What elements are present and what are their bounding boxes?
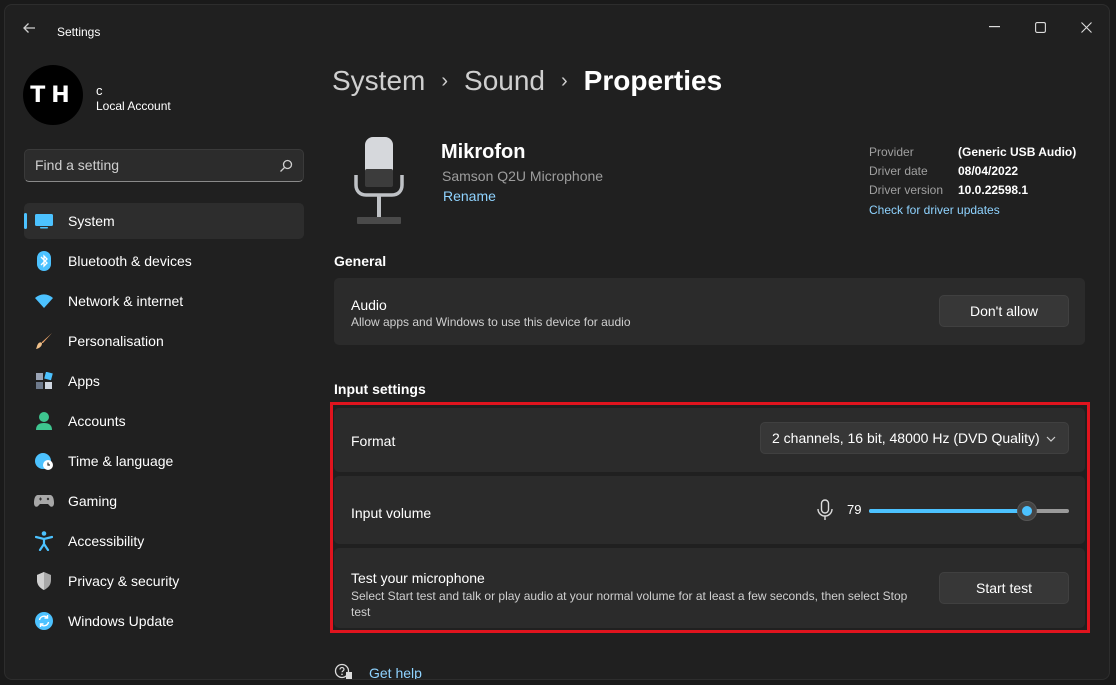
sidebar-item-label: Time & language	[68, 453, 174, 469]
page-title: Properties	[583, 65, 723, 96]
sidebar-item-label: System	[68, 213, 115, 229]
section-title-input-settings: Input settings	[334, 381, 426, 397]
test-microphone-card: Test your microphone Select Start test a…	[334, 548, 1085, 628]
apps-icon	[34, 371, 54, 391]
brush-icon	[34, 331, 54, 351]
driver-value: (Generic USB Audio)	[958, 145, 1077, 159]
audio-card: Audio Allow apps and Windows to use this…	[334, 278, 1085, 345]
title-bar: Settings	[5, 5, 1109, 49]
breadcrumb-sound[interactable]: Sound	[464, 65, 545, 97]
rename-link[interactable]: Rename	[443, 188, 496, 204]
device-model: Samson Q2U Microphone	[442, 168, 604, 184]
sidebar-item-accessibility[interactable]: Accessibility	[24, 523, 304, 559]
format-dropdown[interactable]: 2 channels, 16 bit, 48000 Hz (DVD Qualit…	[760, 422, 1069, 454]
get-help-label[interactable]: Get help	[369, 665, 422, 679]
driver-value: 10.0.22598.1	[958, 183, 1029, 197]
help-chat-icon	[334, 663, 352, 679]
get-help-link[interactable]: Get help	[334, 663, 422, 679]
sidebar-item-label: Bluetooth & devices	[68, 253, 192, 269]
sidebar-item-apps[interactable]: Apps	[24, 363, 304, 399]
sidebar-item-label: Accounts	[68, 413, 126, 429]
dont-allow-button[interactable]: Don't allow	[939, 295, 1069, 327]
sidebar-item-label: Windows Update	[68, 613, 174, 629]
test-microphone-title: Test your microphone	[351, 570, 485, 586]
search-input[interactable]	[35, 157, 265, 173]
globe-clock-icon	[34, 451, 54, 471]
test-microphone-description: Select Start test and talk or play audio…	[351, 589, 908, 619]
breadcrumb: System › Sound › Properties	[332, 65, 722, 97]
account-type: Local Account	[96, 99, 171, 113]
sidebar-item-windows-update[interactable]: Windows Update	[24, 603, 304, 639]
sidebar-item-label: Privacy & security	[68, 573, 180, 589]
sidebar-item-system[interactable]: System	[24, 203, 304, 239]
microphone-device-icon	[354, 137, 404, 224]
sidebar-item-label: Personalisation	[68, 333, 164, 349]
system-display-icon	[34, 211, 54, 231]
sidebar-item-privacy-security[interactable]: Privacy & security	[24, 563, 304, 599]
person-icon	[34, 411, 54, 431]
chevron-right-icon: ›	[441, 69, 449, 92]
update-icon	[34, 611, 54, 631]
driver-label: Provider	[869, 145, 914, 159]
shield-icon	[34, 571, 54, 591]
active-indicator	[24, 213, 27, 229]
driver-label: Driver date	[869, 164, 928, 178]
sidebar-item-label: Gaming	[68, 493, 118, 509]
sidebar-item-label: Accessibility	[68, 533, 145, 549]
input-volume-title: Input volume	[351, 505, 432, 521]
input-volume-slider[interactable]	[869, 501, 1069, 521]
avatar[interactable]: TH	[23, 65, 83, 125]
audio-title: Audio	[351, 297, 387, 313]
sidebar-item-time-language[interactable]: Time & language	[24, 443, 304, 479]
maximize-icon[interactable]	[1017, 11, 1063, 43]
start-test-button[interactable]: Start test	[939, 572, 1069, 604]
search-box[interactable]	[24, 149, 304, 182]
driver-label: Driver version	[869, 183, 944, 197]
close-icon[interactable]	[1063, 11, 1109, 43]
sidebar-item-personalisation[interactable]: Personalisation	[24, 323, 304, 359]
input-volume-card: Input volume 79	[334, 476, 1085, 544]
device-name: Mikrofon	[441, 141, 526, 163]
format-selected-value: 2 channels, 16 bit, 48000 Hz (DVD Qualit…	[772, 430, 1040, 446]
sidebar-item-bluetooth[interactable]: Bluetooth & devices	[24, 243, 304, 279]
accessibility-icon	[34, 531, 54, 551]
sidebar-item-label: Apps	[68, 373, 100, 389]
sidebar-item-gaming[interactable]: Gaming	[24, 483, 304, 519]
chevron-right-icon: ›	[561, 69, 568, 92]
search-icon[interactable]	[279, 159, 293, 173]
chevron-down-icon	[1046, 436, 1056, 442]
user-name: c	[96, 83, 103, 98]
sidebar-item-label: Network & internet	[68, 293, 184, 309]
slider-thumb[interactable]	[1017, 501, 1037, 521]
breadcrumb-system[interactable]: System	[332, 65, 425, 97]
section-title-general: General	[334, 253, 387, 269]
check-driver-updates-link[interactable]: Check for driver updates	[869, 203, 1000, 217]
gamepad-icon	[34, 491, 54, 511]
minimize-icon[interactable]	[971, 11, 1017, 43]
format-title: Format	[351, 433, 396, 449]
sidebar-nav: System Bluetooth & devices Network & int…	[24, 203, 304, 643]
format-card: Format 2 channels, 16 bit, 48000 Hz (DVD…	[334, 408, 1085, 472]
settings-window: Settings TH c Local Account System	[4, 4, 1110, 680]
input-volume-value: 79	[847, 502, 862, 517]
wifi-icon	[34, 291, 54, 311]
driver-value: 08/04/2022	[958, 164, 1019, 178]
sidebar-item-accounts[interactable]: Accounts	[24, 403, 304, 439]
sidebar-item-network[interactable]: Network & internet	[24, 283, 304, 319]
audio-description: Allow apps and Windows to use this devic…	[351, 315, 631, 329]
app-title: Settings	[57, 25, 101, 39]
back-arrow-icon[interactable]	[19, 21, 39, 41]
microphone-icon[interactable]	[816, 499, 834, 521]
slider-fill	[869, 509, 1027, 513]
bluetooth-icon	[34, 251, 54, 271]
